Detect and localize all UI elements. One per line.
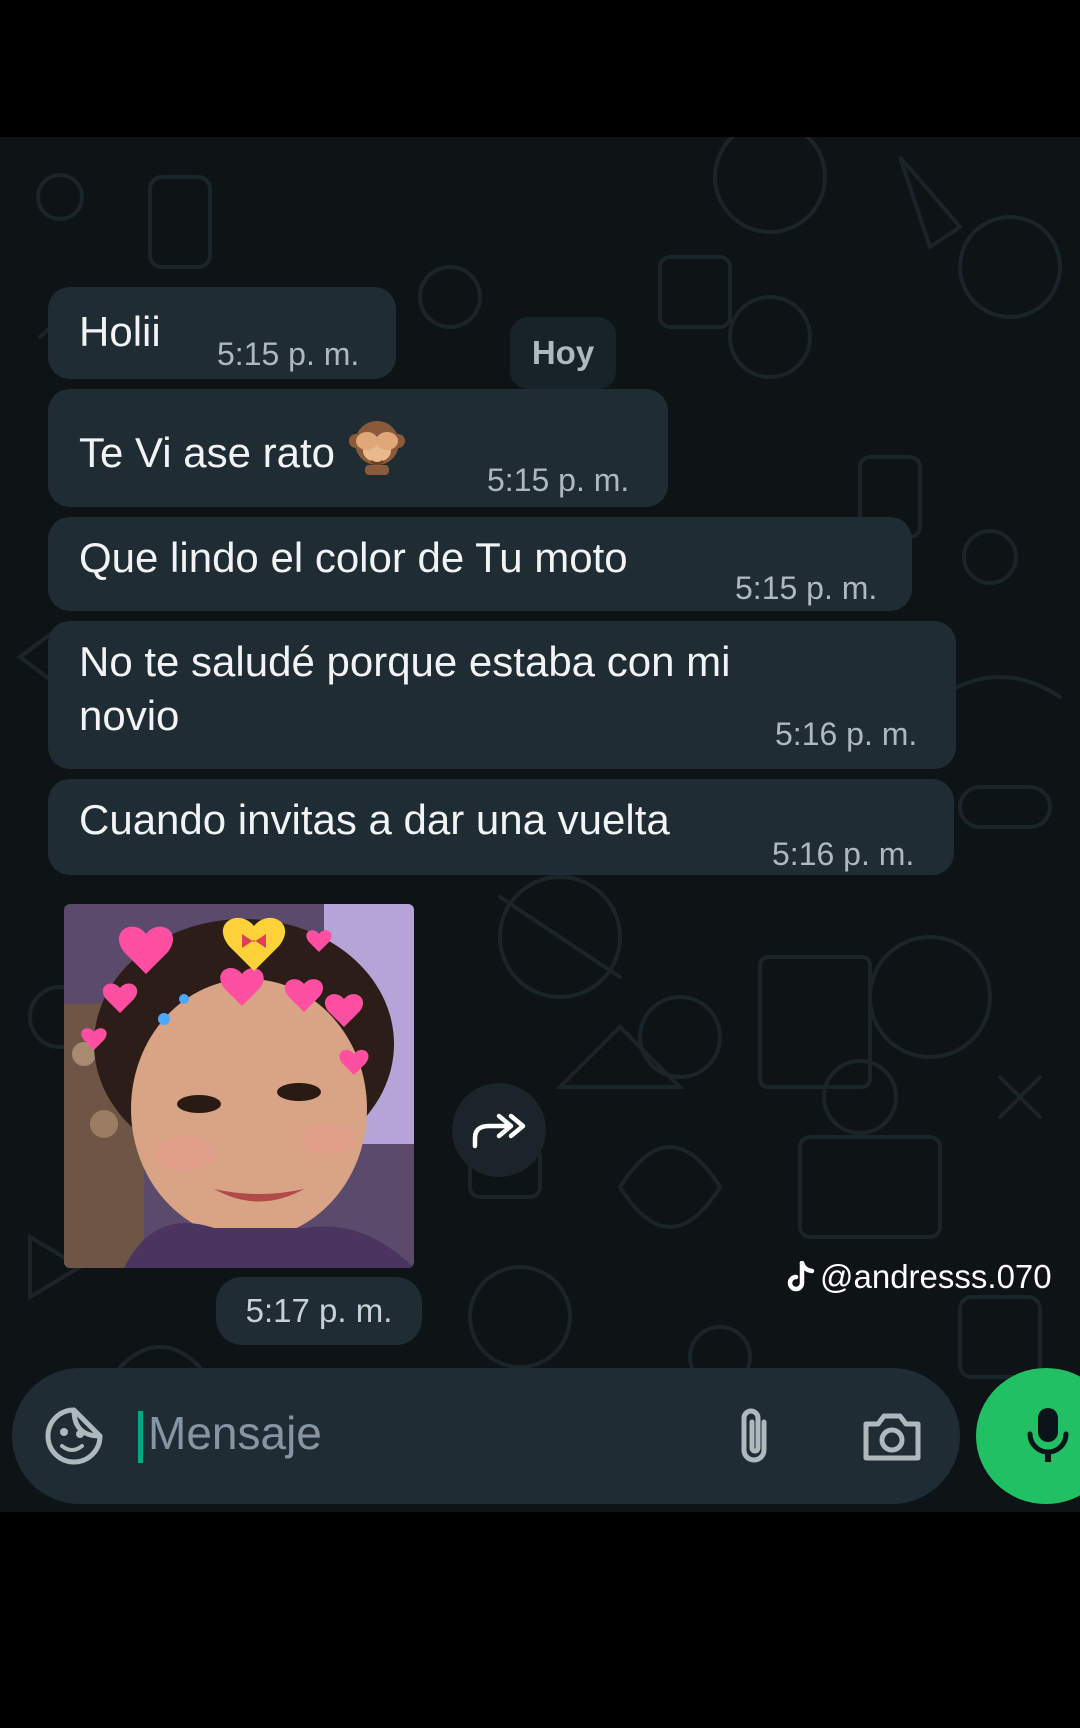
tiktok-watermark: @andresss.070	[786, 1258, 1052, 1296]
shared-photo[interactable]	[64, 904, 414, 1268]
forward-button[interactable]	[452, 1083, 546, 1177]
see-no-evil-monkey-icon	[349, 421, 406, 475]
message-time: 5:15 p. m.	[217, 336, 360, 372]
message-bubble[interactable]: Que lindo el color de Tu moto 5:15 p. m.	[48, 517, 912, 611]
tiktok-logo-icon	[787, 1261, 815, 1292]
message-text-line: novio	[79, 692, 180, 739]
message-text-content: Te Vi ase rato	[79, 429, 336, 476]
microphone-icon	[1027, 1408, 1069, 1462]
message-bubble[interactable]: Holii 5:15 p. m.	[48, 287, 396, 379]
message-text: Holii	[79, 308, 161, 355]
paperclip-icon[interactable]	[726, 1404, 782, 1468]
message-text-line: No te saludé porque estaba con mi	[79, 638, 731, 685]
date-separator: Hoy	[510, 317, 616, 389]
forward-icon	[472, 1113, 526, 1149]
message-time: 5:16 p. m.	[775, 716, 918, 752]
message-text: Cuando invitas a dar una vuelta	[79, 796, 670, 843]
image-message-time: 5:17 p. m.	[216, 1277, 422, 1345]
text-caret	[138, 1411, 143, 1463]
watermark-handle: @andresss.070	[820, 1258, 1052, 1295]
message-bubble[interactable]: Cuando invitas a dar una vuelta 5:16 p. …	[48, 779, 954, 875]
message-text: Que lindo el color de Tu moto	[79, 534, 628, 581]
camera-icon[interactable]	[860, 1406, 924, 1466]
message-input[interactable]: Mensaje	[148, 1406, 322, 1460]
message-time: 5:15 p. m.	[735, 570, 878, 606]
message-bubble[interactable]: Te Vi ase rato 5:15 p. m.	[48, 389, 668, 507]
chat-area[interactable]: Hoy Holii 5:15 p. m. Te Vi ase rato 5:15…	[0, 137, 1080, 1512]
sticker-icon[interactable]	[42, 1404, 106, 1468]
message-bubble[interactable]: No te saludé porque estaba con mi novio …	[48, 621, 956, 769]
message-time: 5:16 p. m.	[772, 836, 915, 872]
message-composer[interactable]: Mensaje	[12, 1368, 960, 1504]
message-text: Te Vi ase rato	[79, 413, 409, 480]
message-time: 5:15 p. m.	[487, 462, 630, 498]
child-photo-image	[64, 904, 414, 1268]
